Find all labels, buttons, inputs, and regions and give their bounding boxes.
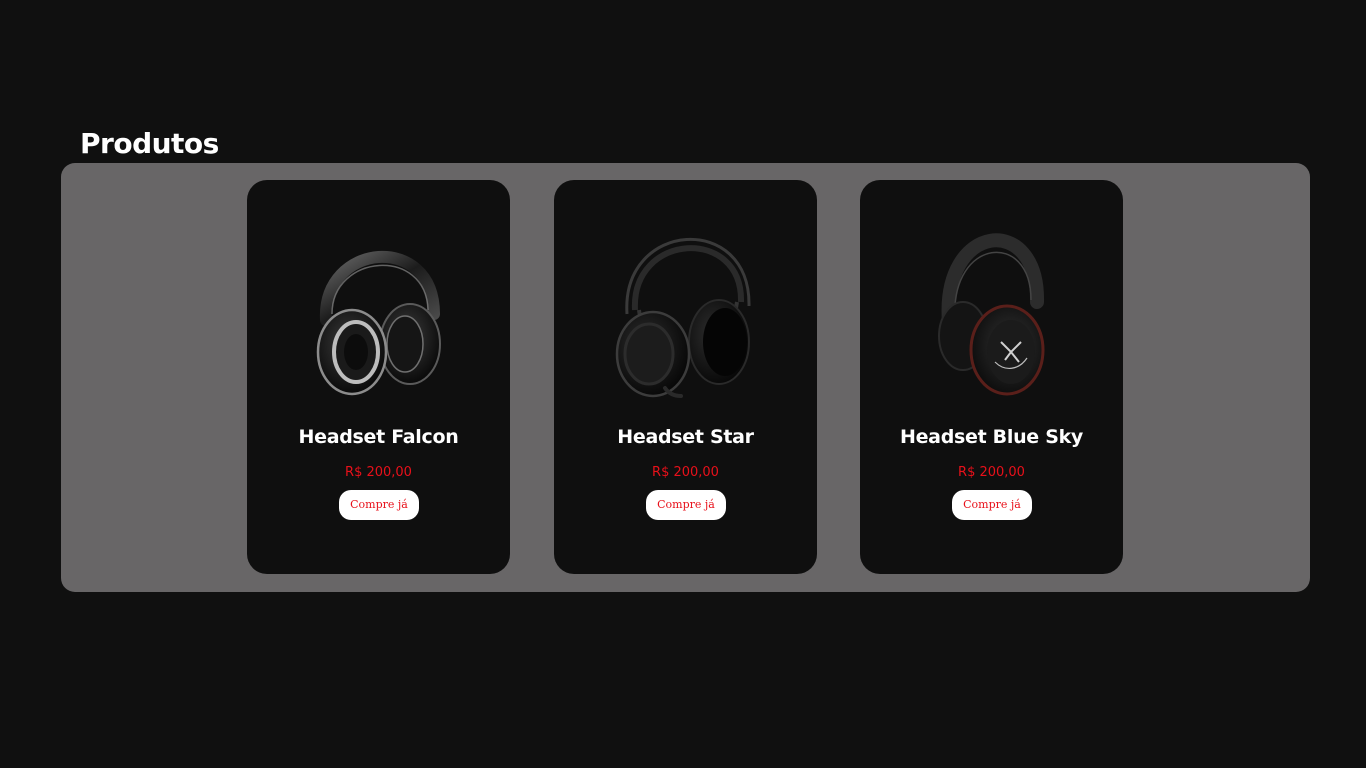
headset-blue-sky-image [938, 233, 1045, 396]
page: Produtos Headset Falcon R$ 200,00 Compre… [0, 0, 1366, 768]
product-price: R$ 200,00 [345, 465, 412, 480]
product-card-headset-blue-sky: Headset Blue Sky R$ 200,00 Compre já [860, 180, 1123, 574]
product-card-headset-star: Headset Star R$ 200,00 Compre já [554, 180, 817, 574]
buy-button[interactable]: Compre já [952, 490, 1032, 520]
product-card-headset-falcon: Headset Falcon R$ 200,00 Compre já [247, 180, 510, 574]
headset-star-image [615, 238, 751, 398]
buy-button[interactable]: Compre já [339, 490, 419, 520]
product-price: R$ 200,00 [958, 465, 1025, 480]
product-price: R$ 200,00 [652, 465, 719, 480]
product-name: Headset Star [617, 426, 754, 448]
product-name: Headset Falcon [298, 426, 459, 448]
section-title: Produtos [80, 127, 219, 160]
products-panel: Headset Falcon R$ 200,00 Compre já Heads… [61, 163, 1310, 592]
headset-falcon-image [316, 250, 441, 396]
buy-button[interactable]: Compre já [646, 490, 726, 520]
product-name: Headset Blue Sky [899, 426, 1084, 448]
